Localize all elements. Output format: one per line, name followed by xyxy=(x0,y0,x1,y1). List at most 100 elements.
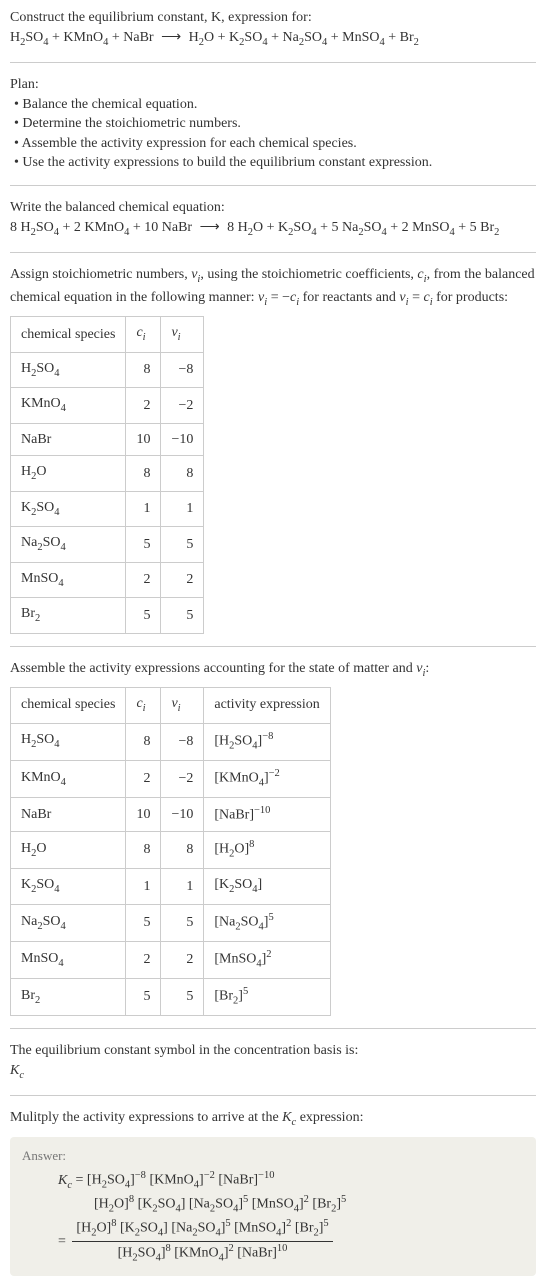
plan-section: Plan: • Balance the chemical equation.• … xyxy=(10,75,536,186)
answer-content: Kc = [H2SO4]−8 [KMnO4]−2 [NaBr]−10 [H2O]… xyxy=(58,1169,524,1267)
col-vi: νi xyxy=(161,688,204,723)
symbol-text: The equilibrium constant symbol in the c… xyxy=(10,1041,536,1061)
cell-ci: 8 xyxy=(126,352,161,387)
answer-label: Answer: xyxy=(22,1147,524,1165)
cell-activity: [MnSO4]2 xyxy=(204,941,330,978)
table-row: H2O88 xyxy=(11,456,204,491)
cell-vi: 2 xyxy=(161,941,204,978)
table-row: NaBr10−10 xyxy=(11,423,204,456)
table-row: Na2SO455[Na2SO4]5 xyxy=(11,904,331,941)
table-row: KMnO42−2 xyxy=(11,388,204,423)
cell-activity: [NaBr]−10 xyxy=(204,797,330,831)
intro-section: Construct the equilibrium constant, K, e… xyxy=(10,8,536,63)
cell-ci: 8 xyxy=(126,832,161,869)
stoich-section: Assign stoichiometric numbers, νi, using… xyxy=(10,265,536,646)
answer-fraction-line: = [H2O]8 [K2SO4] [Na2SO4]5 [MnSO4]2 [Br2… xyxy=(58,1217,524,1266)
cell-ci: 2 xyxy=(126,562,161,597)
activity-text: Assemble the activity expressions accoun… xyxy=(10,659,536,681)
cell-species: K2SO4 xyxy=(11,491,126,526)
plan-item: • Balance the chemical equation. xyxy=(14,95,536,115)
cell-species: NaBr xyxy=(11,423,126,456)
cell-species: Na2SO4 xyxy=(11,527,126,562)
cell-ci: 8 xyxy=(126,456,161,491)
cell-vi: 5 xyxy=(161,904,204,941)
activity-section: Assemble the activity expressions accoun… xyxy=(10,659,536,1030)
cell-vi: −2 xyxy=(161,760,204,797)
symbol-section: The equilibrium constant symbol in the c… xyxy=(10,1041,536,1096)
cell-ci: 5 xyxy=(126,527,161,562)
plan-heading: Plan: xyxy=(10,75,536,95)
cell-vi: 5 xyxy=(161,527,204,562)
cell-activity: [H2SO4]−8 xyxy=(204,723,330,760)
activity-table: chemical species ci νi activity expressi… xyxy=(10,687,331,1016)
cell-vi: 1 xyxy=(161,491,204,526)
cell-species: Br2 xyxy=(11,598,126,633)
table-row: MnSO422[MnSO4]2 xyxy=(11,941,331,978)
cell-vi: 8 xyxy=(161,456,204,491)
fraction-denominator: [H2SO4]8 [KMnO4]2 [NaBr]10 xyxy=(72,1242,332,1266)
cell-ci: 8 xyxy=(126,723,161,760)
table-row: NaBr10−10[NaBr]−10 xyxy=(11,797,331,831)
table-row: H2SO48−8 xyxy=(11,352,204,387)
table-row: Br255 xyxy=(11,598,204,633)
cell-vi: 1 xyxy=(161,869,204,904)
answer-line2: [H2O]8 [K2SO4] [Na2SO4]5 [MnSO4]2 [Br2]5 xyxy=(94,1193,524,1217)
stoich-text: Assign stoichiometric numbers, νi, using… xyxy=(10,265,536,310)
cell-ci: 5 xyxy=(126,598,161,633)
cell-vi: −2 xyxy=(161,388,204,423)
balanced-equation: 8 H2SO4 + 2 KMnO4 + 10 NaBr ⟶ 8 H2O + K2… xyxy=(10,218,536,240)
balanced-heading: Write the balanced chemical equation: xyxy=(10,198,536,218)
cell-species: Na2SO4 xyxy=(11,904,126,941)
table-row: Na2SO455 xyxy=(11,527,204,562)
cell-species: H2SO4 xyxy=(11,352,126,387)
cell-vi: −10 xyxy=(161,423,204,456)
table-row: K2SO411[K2SO4] xyxy=(11,869,331,904)
cell-ci: 2 xyxy=(126,388,161,423)
cell-species: KMnO4 xyxy=(11,760,126,797)
cell-activity: [K2SO4] xyxy=(204,869,330,904)
cell-vi: 2 xyxy=(161,562,204,597)
plan-item: • Use the activity expressions to build … xyxy=(14,153,536,173)
plan-list: • Balance the chemical equation.• Determ… xyxy=(10,95,536,173)
answer-box: Answer: Kc = [H2SO4]−8 [KMnO4]−2 [NaBr]−… xyxy=(10,1137,536,1277)
cell-ci: 1 xyxy=(126,869,161,904)
cell-vi: 8 xyxy=(161,832,204,869)
cell-species: H2O xyxy=(11,456,126,491)
cell-species: Br2 xyxy=(11,978,126,1015)
cell-species: MnSO4 xyxy=(11,941,126,978)
table-header-row: chemical species ci νi activity expressi… xyxy=(11,688,331,723)
cell-species: H2O xyxy=(11,832,126,869)
cell-species: MnSO4 xyxy=(11,562,126,597)
cell-vi: −8 xyxy=(161,723,204,760)
table-row: MnSO422 xyxy=(11,562,204,597)
cell-vi: −8 xyxy=(161,352,204,387)
table-row: K2SO411 xyxy=(11,491,204,526)
answer-line1: Kc = [H2SO4]−8 [KMnO4]−2 [NaBr]−10 xyxy=(58,1169,524,1193)
cell-species: NaBr xyxy=(11,797,126,831)
cell-activity: [H2O]8 xyxy=(204,832,330,869)
cell-vi: 5 xyxy=(161,978,204,1015)
cell-species: KMnO4 xyxy=(11,388,126,423)
col-vi: νi xyxy=(161,317,204,352)
plan-item: • Assemble the activity expression for e… xyxy=(14,134,536,154)
cell-activity: [Br2]5 xyxy=(204,978,330,1015)
table-row: KMnO42−2[KMnO4]−2 xyxy=(11,760,331,797)
multiply-text: Mulitply the activity expressions to arr… xyxy=(10,1108,536,1130)
table-header-row: chemical species ci νi xyxy=(11,317,204,352)
cell-ci: 2 xyxy=(126,941,161,978)
symbol-kc: Kc xyxy=(10,1061,536,1083)
cell-ci: 10 xyxy=(126,423,161,456)
cell-activity: [Na2SO4]5 xyxy=(204,904,330,941)
plan-item: • Determine the stoichiometric numbers. xyxy=(14,114,536,134)
cell-species: H2SO4 xyxy=(11,723,126,760)
table-row: H2SO48−8[H2SO4]−8 xyxy=(11,723,331,760)
col-species: chemical species xyxy=(11,317,126,352)
col-ci: ci xyxy=(126,317,161,352)
intro-heading: Construct the equilibrium constant, K, e… xyxy=(10,8,536,28)
cell-ci: 2 xyxy=(126,760,161,797)
answer-fraction: [H2O]8 [K2SO4] [Na2SO4]5 [MnSO4]2 [Br2]5… xyxy=(72,1217,332,1266)
col-species: chemical species xyxy=(11,688,126,723)
balanced-section: Write the balanced chemical equation: 8 … xyxy=(10,198,536,253)
cell-vi: 5 xyxy=(161,598,204,633)
col-ci: ci xyxy=(126,688,161,723)
